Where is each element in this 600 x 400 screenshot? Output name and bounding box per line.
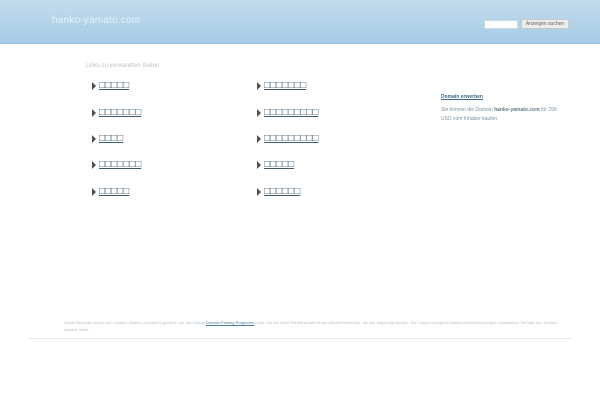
footer-text-prefix: Diese Webseite wurde vom Domain Inhaber …: [64, 320, 205, 325]
related-link-label: □□□□□□□: [99, 107, 142, 118]
arrow-right-icon: [257, 187, 261, 196]
footer-divider: [28, 338, 572, 339]
related-link[interactable]: □□□□□□□: [257, 80, 306, 91]
arrow-right-icon: [257, 160, 261, 169]
site-title: hanko-yamato.com: [52, 15, 141, 26]
arrow-right-icon: [92, 160, 96, 169]
related-link-label: □□□□□□□: [264, 80, 307, 91]
search-input[interactable]: [484, 20, 518, 29]
related-link[interactable]: □□□□: [92, 133, 123, 144]
related-link[interactable]: □□□□□□□: [92, 159, 141, 170]
related-link-label: □□□□□: [99, 80, 130, 91]
arrow-right-icon: [257, 108, 261, 117]
domain-offer-prefix: Sie können die Domain: [441, 107, 493, 113]
arrow-right-icon: [257, 134, 261, 143]
buy-domain-link[interactable]: Domain erwerben: [441, 94, 483, 100]
arrow-right-icon: [92, 187, 96, 196]
related-link[interactable]: □□□□□□□□□: [257, 133, 318, 144]
related-link[interactable]: □□□□□: [92, 186, 129, 197]
links-heading: Links zu verwandten Seiten: [86, 63, 160, 69]
header-bar: hanko-yamato.com Anzeigen suchen: [0, 0, 600, 44]
related-link[interactable]: □□□□□: [257, 159, 294, 170]
related-link[interactable]: □□□□□□□: [92, 107, 141, 118]
arrow-right-icon: [92, 134, 96, 143]
arrow-right-icon: [92, 81, 96, 90]
search-button[interactable]: Anzeigen suchen: [521, 19, 569, 29]
related-link-label: □□□□□□□: [99, 159, 142, 170]
footer-disclaimer: Diese Webseite wurde vom Domain Inhaber …: [64, 319, 564, 333]
domain-name: hanko-yamato.com: [494, 107, 540, 113]
related-link-label: □□□□□: [264, 159, 295, 170]
related-link-label: □□□□□□□□□: [264, 107, 319, 118]
parking-policy-link[interactable]: Domain Parking Programm: [206, 320, 254, 325]
arrow-right-icon: [257, 81, 261, 90]
related-link-label: □□□□: [99, 133, 124, 144]
related-link[interactable]: □□□□□: [92, 80, 129, 91]
domain-offer-text: Sie können die Domain hanko-yamato.com f…: [441, 106, 566, 124]
related-link-label: □□□□□: [99, 186, 130, 197]
related-link-label: □□□□□□: [264, 186, 301, 197]
related-link[interactable]: □□□□□□□□□: [257, 107, 318, 118]
arrow-right-icon: [92, 108, 96, 117]
related-link-label: □□□□□□□□□: [264, 133, 319, 144]
related-link[interactable]: □□□□□□: [257, 186, 300, 197]
